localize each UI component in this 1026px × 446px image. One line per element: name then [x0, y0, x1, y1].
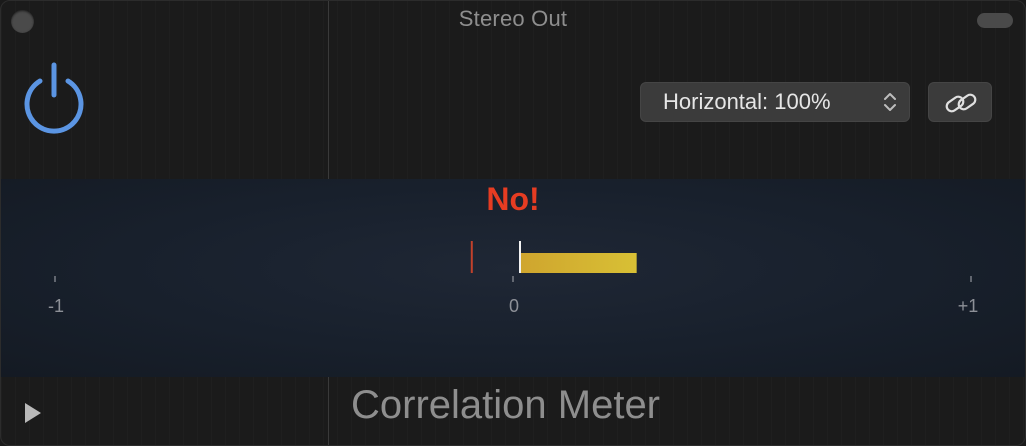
correlation-bar	[520, 253, 637, 273]
link-icon	[945, 93, 977, 113]
scale-label-minus-one: -1	[47, 296, 65, 316]
disclosure-triangle-button[interactable]	[25, 403, 41, 423]
power-button[interactable]	[15, 59, 93, 137]
plugin-name: Correlation Meter	[351, 383, 661, 427]
view-mode-select[interactable]: Horizontal: 100%	[640, 82, 910, 122]
window-options-toggle[interactable]	[977, 13, 1013, 28]
window-title: Stereo Out	[458, 6, 568, 31]
scale-label-zero: 0	[508, 296, 520, 316]
footer-divider	[328, 377, 329, 445]
power-icon	[24, 62, 84, 134]
correlation-meter	[54, 241, 972, 282]
chevron-up-down-icon	[884, 93, 896, 111]
plugin-window: Stereo Out Horizontal: 100% No! -1 0 +1 …	[0, 0, 1026, 446]
view-mode-value: Horizontal: 100%	[663, 89, 831, 114]
scale-label-plus-one: +1	[957, 296, 979, 316]
link-button[interactable]	[928, 82, 992, 122]
